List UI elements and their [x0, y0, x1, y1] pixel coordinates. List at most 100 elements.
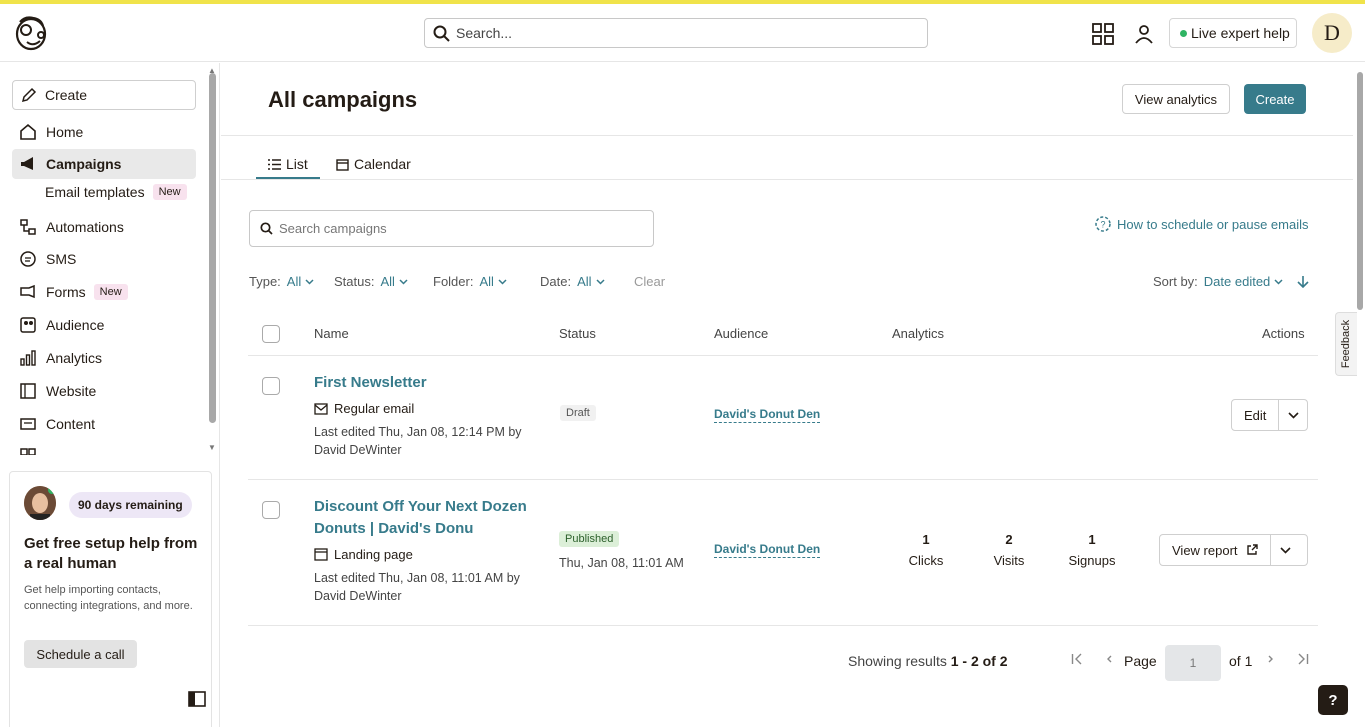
tab-calendar[interactable]: Calendar: [336, 149, 411, 179]
top-bar: Search... Live expert help D: [0, 4, 1365, 62]
row-divider: [248, 355, 1318, 356]
sidebar-item-sms[interactable]: SMS: [12, 244, 196, 274]
campaign-name-link[interactable]: Discount Off Your Next Dozen Donuts | Da…: [314, 496, 544, 540]
actions-dropdown-button[interactable]: [1271, 535, 1301, 565]
row-checkbox[interactable]: [262, 501, 280, 519]
date-filter[interactable]: Date: All: [540, 274, 605, 289]
mailchimp-logo-icon[interactable]: [13, 14, 49, 52]
status-filter[interactable]: Status: All: [334, 274, 408, 289]
column-header-name[interactable]: Name: [314, 326, 349, 341]
stat-signups: 1 Signups: [1052, 532, 1132, 568]
sort-dropdown[interactable]: Sort by: Date edited: [1153, 274, 1309, 289]
forms-icon: [18, 282, 38, 302]
tab-label: List: [286, 156, 308, 172]
edit-split-button: Edit: [1231, 399, 1308, 431]
collapse-sidebar-icon[interactable]: [188, 691, 206, 707]
campaign-type-label: Regular email: [334, 401, 415, 416]
schedule-help-link[interactable]: ? How to schedule or pause emails: [1094, 215, 1309, 233]
sidebar-scrollbar[interactable]: [209, 73, 216, 423]
next-page-icon[interactable]: [1267, 653, 1275, 668]
filter-label: Status:: [334, 274, 375, 289]
automation-icon: [18, 217, 38, 237]
last-page-icon[interactable]: [1297, 653, 1309, 668]
sidebar-item-label: Home: [46, 124, 84, 140]
sidebar-scroll-down-icon[interactable]: ▼: [208, 443, 216, 452]
sidebar-item-automations[interactable]: Automations: [12, 212, 196, 242]
integrations-icon: [18, 446, 38, 455]
status-badge: Draft: [560, 405, 596, 421]
sidebar-create-button[interactable]: Create: [12, 80, 196, 110]
first-page-icon[interactable]: [1071, 653, 1083, 668]
feedback-tab[interactable]: Feedback: [1335, 312, 1357, 376]
content-icon: [18, 414, 38, 434]
megaphone-icon: [18, 154, 38, 174]
page-title: All campaigns: [268, 87, 418, 112]
select-all-checkbox[interactable]: [262, 325, 280, 343]
campaign-name-link[interactable]: First Newsletter: [314, 372, 544, 394]
column-header-status: Status: [559, 326, 596, 341]
sidebar-item-forms[interactable]: Forms New: [12, 277, 196, 307]
audience-link[interactable]: David's Donut Den: [714, 542, 821, 558]
stat-label: Clicks: [908, 553, 944, 568]
folder-filter[interactable]: Folder: All: [433, 274, 507, 289]
user-switch-icon[interactable]: [1132, 22, 1156, 46]
apps-grid-icon[interactable]: [1091, 22, 1115, 46]
edit-button[interactable]: Edit: [1232, 400, 1280, 430]
sidebar: Create Home Campaigns Email templates Ne…: [0, 63, 220, 727]
sidebar-item-partial: [12, 441, 196, 455]
sort-value: Date edited: [1203, 274, 1271, 289]
stat-value: 1: [922, 532, 930, 547]
help-button[interactable]: ?: [1318, 685, 1348, 715]
campaign-type: Landing page: [314, 547, 413, 562]
promo-title: Get free setup help from a real human: [24, 535, 198, 572]
filter-label: Folder:: [433, 274, 474, 289]
filter-value: All: [577, 274, 592, 289]
create-campaign-button[interactable]: Create: [1244, 84, 1306, 114]
sidebar-item-content[interactable]: Content: [12, 409, 196, 439]
sidebar-item-home[interactable]: Home: [12, 117, 196, 147]
sidebar-item-website[interactable]: Website: [12, 376, 196, 406]
stat-visits: 2 Visits: [969, 532, 1049, 568]
main-content: All campaigns View analytics Create List…: [221, 63, 1353, 727]
live-expert-help-label: Live expert help: [1191, 25, 1290, 41]
landing-page-icon: [314, 548, 328, 561]
filter-value: All: [286, 274, 302, 289]
row-divider: [248, 479, 1318, 480]
chevron-down-icon: [305, 278, 314, 285]
chevron-down-icon: [399, 278, 408, 285]
prev-page-icon[interactable]: [1105, 653, 1113, 668]
new-badge: New: [152, 184, 187, 200]
header-divider: [221, 135, 1353, 136]
schedule-call-button[interactable]: Schedule a call: [24, 640, 137, 668]
new-badge: New: [93, 284, 128, 300]
sidebar-item-email-templates[interactable]: Email templates New: [45, 184, 187, 200]
results-prefix: Showing results: [848, 653, 951, 669]
account-avatar[interactable]: D: [1312, 13, 1352, 53]
sidebar-item-analytics[interactable]: Analytics: [12, 343, 196, 373]
main-scrollbar[interactable]: [1357, 72, 1363, 310]
campaign-search-input[interactable]: Search campaigns: [249, 210, 654, 247]
row-divider: [248, 625, 1318, 626]
chevron-down-icon: [1274, 278, 1283, 285]
search-icon: [433, 25, 450, 42]
promo-text: Get help importing contacts, connecting …: [24, 584, 193, 612]
campaign-search-placeholder: Search campaigns: [279, 221, 387, 236]
setup-help-promo: 90 days remaining Get free setup help fr…: [9, 471, 212, 727]
chevron-down-icon: [1280, 546, 1291, 554]
sort-direction-icon[interactable]: [1297, 275, 1309, 288]
type-filter[interactable]: Type: All: [249, 274, 314, 289]
edited-by: David DeWinter: [314, 589, 402, 603]
sidebar-item-campaigns[interactable]: Campaigns: [12, 149, 196, 179]
view-report-button[interactable]: View report: [1160, 535, 1271, 565]
tab-list[interactable]: List: [268, 149, 308, 179]
row-checkbox[interactable]: [262, 377, 280, 395]
results-summary: Showing results 1 - 2 of 2: [848, 653, 1008, 669]
actions-dropdown-button[interactable]: [1279, 400, 1307, 430]
sidebar-item-audience[interactable]: Audience: [12, 310, 196, 340]
view-analytics-button[interactable]: View analytics: [1122, 84, 1230, 114]
clear-filters-button[interactable]: Clear: [634, 274, 665, 289]
global-search-input[interactable]: Search...: [424, 18, 928, 48]
audience-link[interactable]: David's Donut Den: [714, 407, 821, 423]
live-expert-help-button[interactable]: Live expert help: [1169, 18, 1297, 48]
page-number-input[interactable]: 1: [1165, 645, 1221, 681]
